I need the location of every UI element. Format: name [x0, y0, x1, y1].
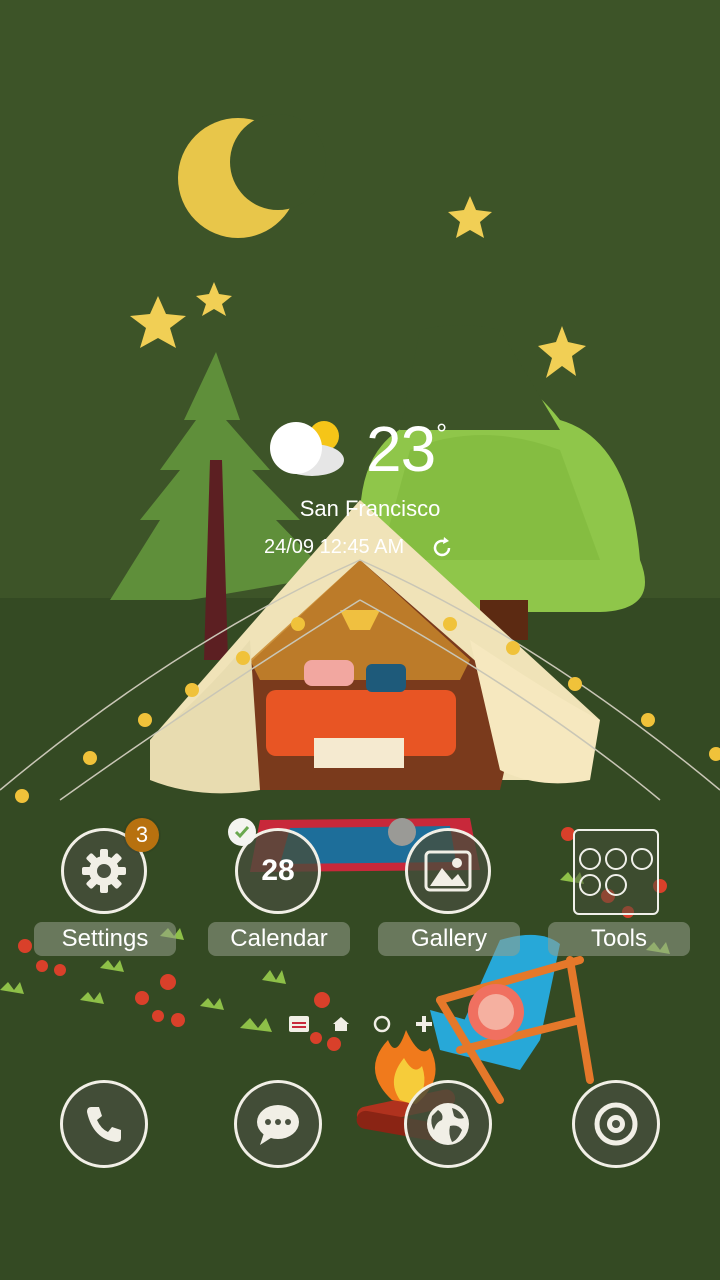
messages-icon — [257, 1105, 299, 1145]
app-gallery[interactable]: Gallery — [374, 828, 524, 968]
menu-page-icon[interactable] — [288, 1015, 310, 1033]
weather-datetime: 24/09 12:45 AM — [264, 536, 405, 558]
camera-icon — [594, 1102, 638, 1146]
messages-button[interactable] — [234, 1080, 322, 1168]
phone-icon — [87, 1107, 121, 1142]
home-page-icon[interactable] — [332, 1015, 350, 1033]
app-label-calendar[interactable]: Calendar — [208, 922, 350, 956]
app-calendar[interactable]: 28 Calendar — [204, 828, 354, 968]
app-label-gallery[interactable]: Gallery — [378, 922, 520, 956]
status-dot — [388, 818, 416, 846]
folder-mini-app-icon — [631, 848, 653, 870]
weather-city[interactable]: San Francisco — [250, 496, 490, 522]
gallery-icon-circle[interactable] — [405, 828, 491, 914]
image-icon — [424, 850, 472, 892]
check-icon — [228, 818, 256, 846]
page-indicator — [288, 1012, 434, 1036]
app-label-tools[interactable]: Tools — [548, 922, 690, 956]
browser-button[interactable] — [404, 1080, 492, 1168]
weather-temperature[interactable]: 23 — [366, 412, 436, 486]
folder-mini-app-icon — [579, 874, 601, 896]
partly-cloudy-icon[interactable] — [268, 418, 350, 480]
gear-icon — [82, 849, 126, 893]
folder-mini-app-icon — [605, 848, 627, 870]
refresh-icon[interactable] — [430, 536, 454, 560]
notification-badge: 3 — [125, 818, 159, 852]
folder-icon[interactable] — [573, 829, 659, 915]
folder-mini-app-icon — [579, 848, 601, 870]
app-label-settings[interactable]: Settings — [34, 922, 176, 956]
phone-button[interactable] — [60, 1080, 148, 1168]
browser-icon — [427, 1103, 469, 1145]
app-settings[interactable]: 3 Settings — [30, 818, 180, 968]
calendar-day: 28 — [261, 854, 295, 887]
current-page-icon[interactable] — [372, 1014, 392, 1034]
folder-mini-app-icon — [605, 874, 627, 896]
camera-button[interactable] — [572, 1080, 660, 1168]
degree-symbol: ° — [436, 418, 448, 449]
add-page-icon[interactable] — [414, 1014, 434, 1034]
